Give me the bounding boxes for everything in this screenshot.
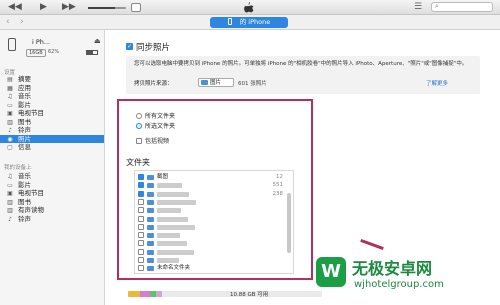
search-icon: ⌕ [435,2,439,10]
title-bar: ◀◀ ▶ ▶▶ ☰ ⌕ [0,0,500,15]
watermark-url: wjhotelgroup.com [354,279,444,290]
sidebar-item-label: 音乐 [18,172,31,180]
sidebar-item[interactable]: ▣ 电视节目 [0,189,104,197]
sidebar-item[interactable]: ▥ 图书 [0,118,104,126]
search-input[interactable]: ⌕ [431,2,493,12]
sidebar-item-label: 图书 [18,117,31,126]
folder-icon [201,80,208,85]
sidebar-item-label: 电视节目 [18,109,44,117]
copy-from-label: 拷贝照片来源： [134,81,173,87]
device-pill-label: 的 iPhone [239,18,271,26]
iphone-icon [8,38,16,51]
sidebar-item-label: 应用 [18,83,31,92]
description-text: 您可以选取电脑中要拷贝到 iPhone 的照片。可单独将 iPhone 的"相机… [134,61,468,67]
bell-icon: ♪ [8,215,12,223]
device-card[interactable]: i Ph... ⏏ 16GB 62% [4,36,101,62]
sidebar-item[interactable]: ♪ 铃声 [0,215,104,223]
iphone-icon [227,18,232,25]
sidebar-item[interactable]: ▢ 信息 [0,143,104,151]
rewind-icon[interactable]: ◀◀ [8,2,22,13]
sidebar-item[interactable]: ♫ 音乐 [0,172,104,180]
sidebar-item[interactable]: ▥ 有声读物 [0,206,104,214]
chevron-right-icon[interactable]: › [20,17,24,27]
sidebar-item[interactable]: ♪ 铃声 [0,126,104,134]
sidebar-item-label: 铃声 [18,126,31,134]
info-icon: ▢ [7,144,13,151]
info-box: 您可以选取电脑中要拷贝到 iPhone 的照片。可单独将 iPhone 的"相机… [126,56,480,94]
device-name: i Ph... [32,38,51,46]
list-icon[interactable]: ☰ [414,2,422,12]
capacity-badge: 16GB [26,49,46,57]
device-button[interactable]: 的 iPhone [210,17,288,28]
sidebar-item-label: 信息 [18,143,31,151]
sidebar-item-label: 影片 [18,100,31,109]
sidebar: i Ph... ⏏ 16GB 62% 设置 ▤ 摘要 ▦ 应用 ♫ 音乐 ▭ 影片 ▣ 电视节目 ▥… [0,30,105,305]
sidebar-item-label: 电视节目 [18,189,44,197]
capacity-segment-apps [140,291,150,297]
learn-more-link[interactable]: 了解更多 [426,79,448,87]
eject-icon[interactable]: ⏏ [94,37,101,45]
source-select-value: 图片 [210,80,222,86]
capacity-bar [128,291,322,297]
sync-photos-title: 同步照片 [136,43,171,53]
section-device-label: 我的设备上 [4,165,32,171]
volume-slider[interactable] [88,7,126,9]
source-select[interactable]: 图片 [198,78,234,87]
nav-bar: ‹ › 的 iPhone [0,15,500,30]
apple-logo-icon [244,2,254,13]
sidebar-item[interactable]: ▭ 影片 [0,101,104,109]
battery-icon [86,50,98,55]
watermark-title: 无极安卓网 [352,259,433,278]
play-icon[interactable]: ▶ [40,2,47,13]
sidebar-item-label: 铃声 [18,214,31,223]
watermark-logo-icon: W [316,257,346,287]
airplay-icon[interactable] [131,3,141,12]
volume-level [88,7,115,9]
sidebar-item[interactable]: ▤ 摘要 [0,75,104,83]
sidebar-item-label: 影片 [18,180,31,189]
battery-percent: 62% [48,49,60,55]
sidebar-item[interactable]: ♫ 音乐 [0,92,104,100]
chevron-left-icon[interactable]: ‹ [6,17,10,27]
sidebar-item-label: 有声读物 [18,206,44,214]
sidebar-item[interactable]: ▣ 电视节目 [0,109,104,117]
sidebar-item[interactable]: ◉ 照片 [0,134,104,143]
sync-photos-checkbox[interactable]: ✓ [126,43,133,50]
capacity-segment-photos [128,291,140,297]
capacity-segment-docs [156,291,162,297]
forward-icon[interactable]: ▶▶ [62,2,76,13]
sidebar-item-label: 图书 [18,197,31,206]
source-count: 601 张照片 [238,81,267,87]
watermark: W 无极安卓网 wjhotelgroup.com [316,253,496,301]
sidebar-item[interactable]: ▭ 影片 [0,181,104,189]
sidebar-item-label: 音乐 [18,92,31,100]
sidebar-item[interactable]: ▥ 图书 [0,198,104,206]
highlight-box [117,99,313,280]
capacity-free-text: 10.88 GB 可用 [230,292,269,298]
sidebar-item[interactable]: ▦ 应用 [0,84,104,92]
sidebar-item-label: 摘要 [18,75,31,83]
sidebar-item-label: 照片 [18,134,31,143]
